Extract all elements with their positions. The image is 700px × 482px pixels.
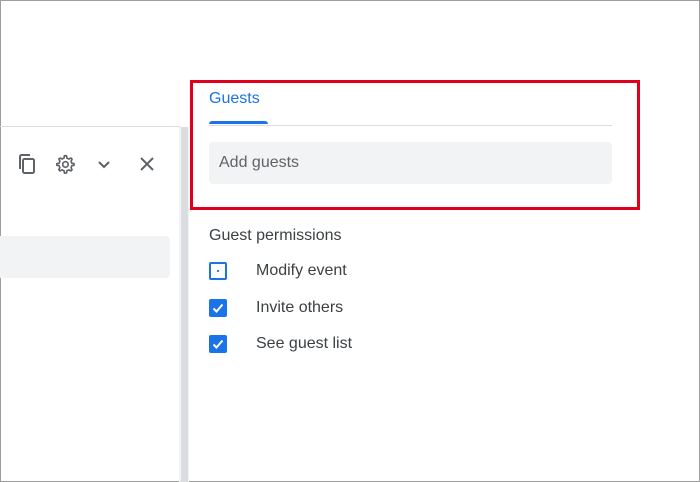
close-icon[interactable] [133, 150, 161, 178]
modify-event-label: Modify event [256, 262, 347, 279]
invite-others-checkbox[interactable] [209, 299, 227, 317]
invite-others-label: Invite others [256, 299, 344, 316]
chevron-down-icon[interactable] [90, 150, 118, 178]
permission-invite-others[interactable]: Invite others [209, 296, 343, 320]
scrollbar-thumb[interactable] [181, 127, 188, 482]
see-guest-list-checkbox[interactable] [209, 335, 227, 353]
gear-icon[interactable] [51, 150, 79, 178]
tab-divider [209, 125, 612, 126]
copy-icon[interactable] [13, 150, 41, 178]
permission-modify-event[interactable]: Modify event [209, 259, 347, 283]
left-divider [0, 126, 180, 127]
tab-guests[interactable]: Guests [209, 90, 260, 124]
checkmark-icon [212, 339, 224, 349]
left-panel-field[interactable] [0, 236, 170, 278]
see-guest-list-label: See guest list [256, 335, 353, 352]
guest-permissions-heading: Guest permissions [209, 227, 342, 244]
add-guests-input[interactable] [209, 142, 612, 184]
modify-event-checkbox[interactable] [209, 262, 227, 280]
permission-see-guest-list[interactable]: See guest list [209, 332, 352, 356]
checkmark-icon [212, 303, 224, 313]
tab-active-indicator [209, 121, 268, 124]
